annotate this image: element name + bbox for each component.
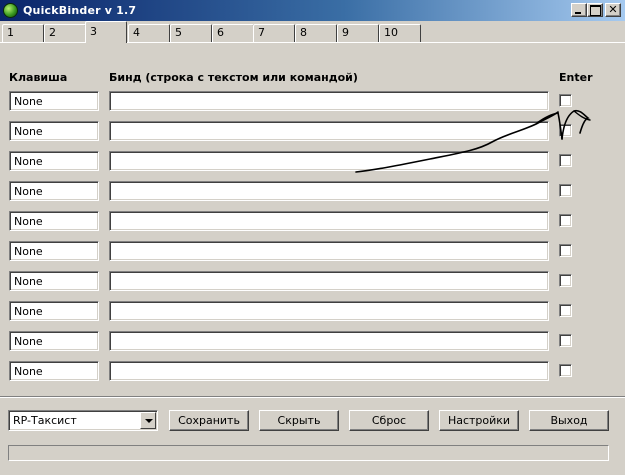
- bind-field-3[interactable]: [109, 151, 549, 171]
- key-field-2[interactable]: None: [9, 121, 99, 141]
- key-field-4[interactable]: None: [9, 181, 99, 201]
- profile-select-value: RP-Таксист: [13, 414, 77, 427]
- key-field-8[interactable]: None: [9, 301, 99, 321]
- enter-checkbox-7[interactable]: [559, 274, 572, 287]
- column-header-key: Клавиша: [9, 71, 68, 84]
- save-button[interactable]: Сохранить: [169, 410, 249, 431]
- close-button[interactable]: ✕: [605, 3, 621, 17]
- key-field-5[interactable]: None: [9, 211, 99, 231]
- exit-button[interactable]: Выход: [529, 410, 609, 431]
- title-bar[interactable]: QuickBinder v 1.7 ✕: [0, 0, 625, 21]
- app-icon[interactable]: [3, 3, 18, 18]
- enter-checkbox-10[interactable]: [559, 364, 572, 377]
- window-title: QuickBinder v 1.7: [23, 4, 137, 17]
- bind-field-6[interactable]: [109, 241, 549, 261]
- settings-button[interactable]: Настройки: [439, 410, 519, 431]
- minimize-icon: [572, 4, 586, 16]
- bind-field-10[interactable]: [109, 361, 549, 381]
- tab-5[interactable]: 5: [170, 24, 212, 42]
- bind-field-7[interactable]: [109, 271, 549, 291]
- bind-field-2[interactable]: [109, 121, 549, 141]
- key-field-3[interactable]: None: [9, 151, 99, 171]
- separator: [0, 396, 625, 398]
- profile-select[interactable]: RP-Таксист: [8, 410, 158, 431]
- enter-checkbox-2[interactable]: [559, 124, 572, 137]
- chevron-down-icon[interactable]: [140, 412, 156, 429]
- enter-checkbox-8[interactable]: [559, 304, 572, 317]
- maximize-icon: [588, 4, 602, 16]
- hide-button[interactable]: Скрыть: [259, 410, 339, 431]
- reset-button[interactable]: Сброс: [349, 410, 429, 431]
- bind-field-4[interactable]: [109, 181, 549, 201]
- tab-1[interactable]: 1: [2, 24, 44, 42]
- tab-9[interactable]: 9: [337, 24, 379, 42]
- tab-2[interactable]: 2: [44, 24, 86, 42]
- enter-checkbox-6[interactable]: [559, 244, 572, 257]
- enter-checkbox-5[interactable]: [559, 214, 572, 227]
- minimize-button[interactable]: [571, 3, 587, 17]
- tab-6[interactable]: 6: [212, 24, 254, 42]
- key-field-6[interactable]: None: [9, 241, 99, 261]
- enter-checkbox-3[interactable]: [559, 154, 572, 167]
- tab-bar: 1 2 3 4 5 6 7 8 9 10: [0, 21, 625, 43]
- key-field-9[interactable]: None: [9, 331, 99, 351]
- bind-field-9[interactable]: [109, 331, 549, 351]
- tab-7[interactable]: 7: [253, 24, 295, 42]
- enter-checkbox-4[interactable]: [559, 184, 572, 197]
- bind-field-1[interactable]: [109, 91, 549, 111]
- bind-field-8[interactable]: [109, 301, 549, 321]
- tab-4[interactable]: 4: [128, 24, 170, 42]
- tab-8[interactable]: 8: [295, 24, 337, 42]
- enter-checkbox-1[interactable]: [559, 94, 572, 107]
- status-bar: [8, 445, 609, 461]
- key-field-10[interactable]: None: [9, 361, 99, 381]
- bind-field-5[interactable]: [109, 211, 549, 231]
- key-field-7[interactable]: None: [9, 271, 99, 291]
- tab-10[interactable]: 10: [379, 24, 421, 42]
- key-field-1[interactable]: None: [9, 91, 99, 111]
- tab-3[interactable]: 3: [85, 21, 127, 43]
- close-icon: ✕: [608, 3, 618, 16]
- maximize-button[interactable]: [587, 3, 603, 17]
- column-header-bind: Бинд (строка с текстом или командой): [109, 71, 358, 84]
- enter-checkbox-9[interactable]: [559, 334, 572, 347]
- column-header-enter: Enter: [559, 71, 593, 84]
